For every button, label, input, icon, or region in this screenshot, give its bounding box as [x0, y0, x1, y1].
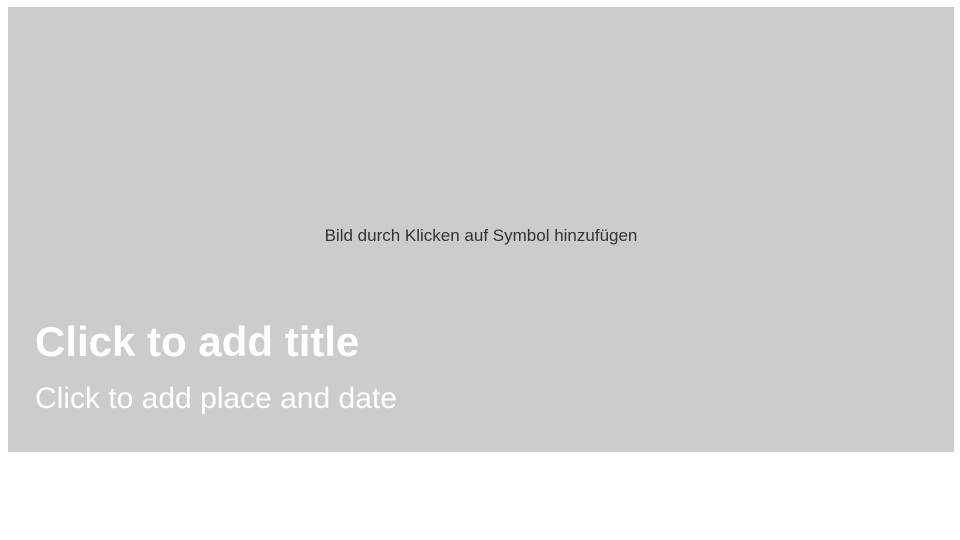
- subtitle-placeholder[interactable]: Click to add place and date: [35, 381, 397, 417]
- picture-placeholder-hint: Bild durch Klicken auf Symbol hinzufügen: [324, 226, 638, 245]
- slide-canvas: Bild durch Klicken auf Symbol hinzufügen…: [0, 0, 960, 540]
- picture-placeholder[interactable]: Bild durch Klicken auf Symbol hinzufügen…: [8, 7, 954, 452]
- title-placeholder[interactable]: Click to add title: [35, 317, 359, 367]
